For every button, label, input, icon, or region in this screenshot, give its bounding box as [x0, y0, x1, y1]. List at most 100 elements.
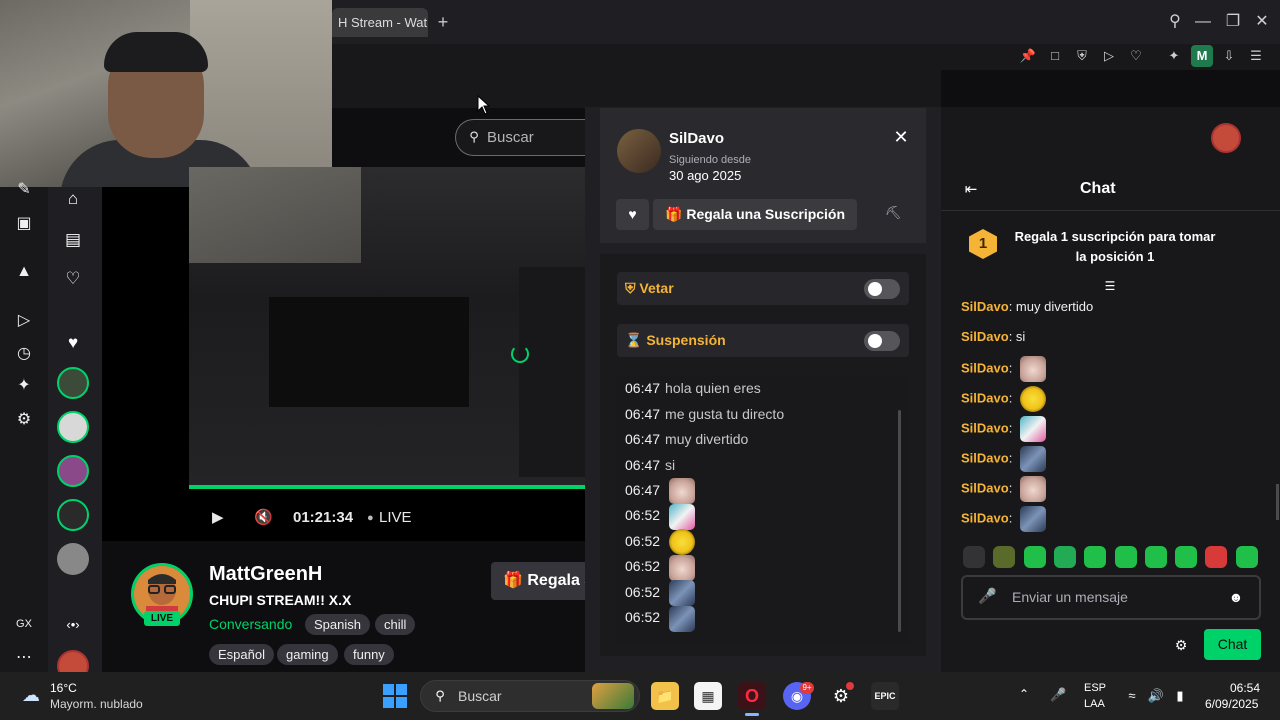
- browser-tab[interactable]: H Stream - Wat: [332, 8, 428, 37]
- tag-chip[interactable]: gaming: [277, 644, 338, 665]
- streamer-name[interactable]: MattGreenH: [209, 563, 322, 586]
- gift-sub-button[interactable]: 🎁 Regala S: [491, 562, 585, 600]
- pin-icon[interactable]: 📌: [1019, 47, 1037, 65]
- follow-heart-button[interactable]: ♥: [616, 199, 649, 230]
- more-icon[interactable]: ⋯: [14, 648, 34, 668]
- gx-label[interactable]: GX: [14, 614, 34, 634]
- heart-icon[interactable]: ♡: [1127, 47, 1145, 65]
- chat-message[interactable]: SilDavo:: [961, 356, 1046, 382]
- play-icon[interactable]: ▷: [1100, 47, 1118, 65]
- player-icon[interactable]: ▷: [14, 311, 34, 331]
- snapshot-icon[interactable]: □: [1046, 47, 1064, 65]
- stream-category[interactable]: Conversando: [209, 616, 292, 632]
- recent-emote-icon[interactable]: [1053, 546, 1076, 568]
- weather-cloud-icon[interactable]: ☁: [18, 682, 44, 708]
- chat-username[interactable]: SilDavo: [961, 299, 1009, 314]
- collapse-chat-icon[interactable]: ⇤: [962, 181, 980, 199]
- restore-icon[interactable]: ❐: [1223, 12, 1243, 32]
- tag-chip[interactable]: funny: [344, 644, 394, 665]
- recent-emote-icon[interactable]: [993, 546, 1016, 568]
- chat-message[interactable]: SilDavo:: [961, 416, 1046, 442]
- epic-games-icon[interactable]: EPIC: [871, 682, 899, 710]
- play-button[interactable]: ▶: [212, 508, 224, 528]
- volume-icon[interactable]: 🔊: [1147, 687, 1165, 705]
- clock-time[interactable]: 06:54: [1230, 681, 1260, 695]
- recent-emote-icon[interactable]: [1114, 546, 1137, 568]
- close-window-icon[interactable]: ✕: [1252, 12, 1272, 32]
- new-tab-button[interactable]: +: [434, 12, 452, 32]
- followed-channel-avatar[interactable]: [57, 543, 89, 575]
- tray-expand-icon[interactable]: ⌃: [1016, 687, 1032, 705]
- menu-icon[interactable]: ☰: [1247, 47, 1265, 65]
- home-icon[interactable]: ⌂: [62, 188, 84, 210]
- history-icon[interactable]: ◷: [14, 344, 34, 364]
- chat-message[interactable]: SilDavo:: [961, 506, 1046, 532]
- store-icon[interactable]: ▦: [694, 682, 722, 710]
- browser-search-icon[interactable]: ⚲: [1165, 12, 1185, 32]
- mute-button[interactable]: 🔇: [254, 508, 273, 528]
- followed-channel-avatar[interactable]: [57, 499, 89, 531]
- expand-banner-icon[interactable]: ☰: [1102, 280, 1118, 292]
- tag-chip[interactable]: Español: [209, 644, 274, 665]
- close-icon[interactable]: ✕: [892, 128, 910, 146]
- progress-bar[interactable]: [189, 485, 585, 489]
- ban-toggle[interactable]: [864, 279, 900, 299]
- extensions-icon[interactable]: ✦: [1165, 47, 1183, 65]
- tray-mic-icon[interactable]: 🎤: [1050, 687, 1066, 705]
- recent-emote-icon[interactable]: [1175, 546, 1198, 568]
- following-icon[interactable]: ♡: [62, 268, 84, 290]
- keyboard-layout-indicator[interactable]: LAA: [1084, 698, 1105, 710]
- tag-chip[interactable]: Spanish: [305, 614, 370, 635]
- chat-username[interactable]: SilDavo: [961, 480, 1009, 495]
- chat-message[interactable]: SilDavo:: [961, 476, 1046, 502]
- download-icon[interactable]: ⇩: [1220, 47, 1238, 65]
- language-indicator[interactable]: ESP: [1084, 682, 1106, 694]
- chat-message[interactable]: SilDavo:: [961, 446, 1046, 472]
- profile-button[interactable]: M: [1191, 45, 1213, 67]
- chat-username[interactable]: SilDavo: [961, 420, 1009, 435]
- recent-emote-icon[interactable]: [963, 546, 985, 568]
- chat-username[interactable]: SilDavo: [961, 360, 1009, 375]
- mic-icon[interactable]: 🎤: [978, 587, 997, 607]
- moderator-icon[interactable]: ⛏: [884, 205, 902, 223]
- chat-message[interactable]: SilDavo: si: [961, 326, 1025, 348]
- chat-settings-icon[interactable]: ⚙: [1173, 637, 1189, 653]
- chat-message[interactable]: SilDavo: muy divertido: [961, 296, 1093, 318]
- opera-gx-icon[interactable]: O: [738, 682, 766, 710]
- minimize-icon[interactable]: —: [1193, 12, 1213, 32]
- recent-emote-icon[interactable]: [1144, 546, 1167, 568]
- chat-message[interactable]: SilDavo:: [961, 386, 1046, 412]
- settings-icon[interactable]: ⚙: [14, 410, 34, 430]
- recent-emote-icon[interactable]: [1023, 546, 1046, 568]
- user-avatar[interactable]: [1211, 123, 1241, 153]
- broadcast-icon[interactable]: ‹•›: [62, 614, 84, 636]
- followed-channel-avatar[interactable]: [57, 367, 89, 399]
- clock-date[interactable]: 6/09/2025: [1205, 697, 1258, 711]
- kick-app-icon[interactable]: ▲: [14, 262, 34, 282]
- recent-emote-icon[interactable]: [1205, 546, 1228, 568]
- user-log-scrollbar[interactable]: [898, 410, 901, 632]
- gift-sub-user-button[interactable]: 🎁 Regala una Suscripción: [653, 199, 857, 230]
- recent-emote-icon[interactable]: [1235, 546, 1258, 568]
- recent-emote-icon[interactable]: [1084, 546, 1107, 568]
- chat-username[interactable]: SilDavo: [961, 510, 1009, 525]
- extensions-sidebar-icon[interactable]: ✦: [14, 376, 34, 396]
- chat-send-button[interactable]: Chat: [1204, 629, 1261, 660]
- chat-scrollbar[interactable]: [1276, 484, 1279, 520]
- file-explorer-icon[interactable]: 📁: [651, 682, 679, 710]
- weather-description[interactable]: Mayorm. nublado: [50, 697, 143, 711]
- emoji-icon[interactable]: ☻: [1228, 589, 1244, 605]
- shield-icon[interactable]: ⛨: [1073, 47, 1091, 65]
- user-card-name[interactable]: SilDavo: [669, 130, 724, 147]
- wifi-icon[interactable]: ≈: [1123, 687, 1141, 705]
- gift-banner-text[interactable]: Regala 1 suscripción para tomar la posic…: [1012, 227, 1218, 267]
- chat-username[interactable]: SilDavo: [961, 329, 1009, 344]
- windows-start-icon[interactable]: [383, 684, 407, 708]
- pin-tab-icon[interactable]: ✎: [14, 180, 34, 200]
- chat-username[interactable]: SilDavo: [961, 450, 1009, 465]
- battery-icon[interactable]: ▮: [1171, 687, 1189, 705]
- followed-channel-avatar[interactable]: [57, 411, 89, 443]
- m-app-icon[interactable]: ▣: [14, 214, 34, 234]
- weather-temperature[interactable]: 16°C: [50, 681, 77, 695]
- timeout-toggle[interactable]: [864, 331, 900, 351]
